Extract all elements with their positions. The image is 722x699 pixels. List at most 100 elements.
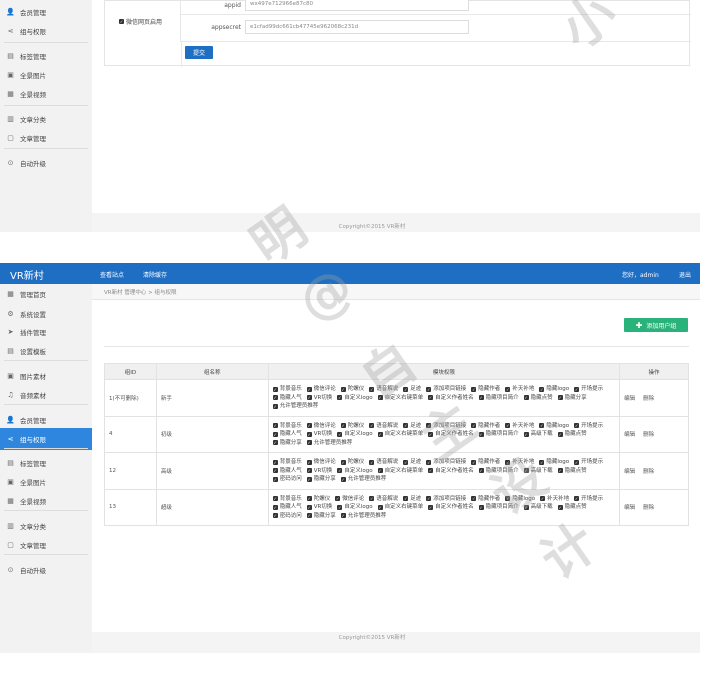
sidebar-item[interactable]: ⊙ 自动升级 <box>0 559 92 581</box>
permission-checkbox[interactable]: ✓ 自定义作者姓名 <box>428 467 474 476</box>
permission-checkbox[interactable]: ✓ 隐藏作者 <box>471 385 500 394</box>
permission-checkbox[interactable]: ✓ 语音解说 <box>369 422 398 431</box>
permission-checkbox[interactable]: ✓ 足迹 <box>403 385 421 394</box>
wechat-enable-checkbox[interactable]: ✓ 微信网页启用 <box>119 17 162 26</box>
permission-checkbox[interactable]: ✓ 隐藏人气 <box>272 430 302 439</box>
permission-checkbox[interactable]: ✓ 开场提示 <box>574 422 603 431</box>
permission-checkbox[interactable]: ✓ 自定义logo <box>337 503 373 512</box>
permission-checkbox[interactable]: ✓ 背景音乐 <box>272 458 302 467</box>
permission-checkbox[interactable]: ✓ 微信评论 <box>306 385 336 394</box>
permission-checkbox[interactable]: ✓ 隐藏logo <box>505 495 535 504</box>
permission-checkbox[interactable]: ✓ 隐藏点赞 <box>523 394 553 403</box>
sidebar-item[interactable]: ▢ 文章管理 <box>0 534 92 556</box>
permission-checkbox[interactable]: ✓ 语音解说 <box>369 458 398 467</box>
permission-checkbox[interactable]: ✓ 隐藏人气 <box>272 503 302 512</box>
sidebar-item[interactable]: ⋖ 组与权限 <box>0 20 92 42</box>
permission-checkbox[interactable]: ✓ VR切换 <box>306 430 332 439</box>
permission-checkbox[interactable]: ✓ 自定义右键菜单 <box>377 430 423 439</box>
permission-checkbox[interactable]: ✓ 足迹 <box>403 422 421 431</box>
permission-checkbox[interactable]: ✓ 隐藏点赞 <box>557 430 587 439</box>
logout-link[interactable]: 退出 <box>679 270 691 279</box>
appsecret-input[interactable]: e1cfad99dc661cb47745e962068c231d <box>245 20 469 34</box>
permission-checkbox[interactable]: ✓ 隐藏人气 <box>272 394 302 403</box>
permission-checkbox[interactable]: ✓ VR切换 <box>306 503 332 512</box>
edit-link[interactable]: 编辑 <box>624 505 635 511</box>
permission-checkbox[interactable]: ✓ 高级下载 <box>523 430 553 439</box>
permission-checkbox[interactable]: ✓ 自定义logo <box>337 467 373 476</box>
permission-checkbox[interactable]: ✓ 背景音乐 <box>272 385 302 394</box>
permission-checkbox[interactable]: ✓ 隐藏项目简介 <box>478 394 519 403</box>
permission-checkbox[interactable]: ✓ 添加项目链接 <box>426 458 466 467</box>
permission-checkbox[interactable]: ✓ 隐藏分享 <box>306 475 336 484</box>
sidebar-item[interactable]: ⊙ 自动升级 <box>0 152 92 174</box>
permission-checkbox[interactable]: ✓ 开场提示 <box>574 458 603 467</box>
permission-checkbox[interactable]: ✓ VR切换 <box>306 394 332 403</box>
permission-checkbox[interactable]: ✓ 高级下载 <box>523 503 553 512</box>
permission-checkbox[interactable]: ✓ 背景音乐 <box>272 422 302 431</box>
permission-checkbox[interactable]: ✓ VR切换 <box>306 467 332 476</box>
delete-link[interactable]: 删除 <box>643 432 654 438</box>
permission-checkbox[interactable]: ✓ 隐藏项目简介 <box>478 503 519 512</box>
permission-checkbox[interactable]: ✓ 自定义右键菜单 <box>377 503 423 512</box>
permission-checkbox[interactable]: ✓ 隐藏项目简介 <box>478 430 519 439</box>
edit-link[interactable]: 编辑 <box>624 469 635 475</box>
permission-checkbox[interactable]: ✓ 允许管理员推荐 <box>340 512 386 521</box>
permission-checkbox[interactable]: ✓ 添加项目链接 <box>426 385 466 394</box>
sidebar-item[interactable]: ▦ 管理首页 <box>0 283 92 305</box>
permission-checkbox[interactable]: ✓ 语音解说 <box>369 385 398 394</box>
permission-checkbox[interactable]: ✓ 自定义右键菜单 <box>377 467 423 476</box>
permission-checkbox[interactable]: ✓ 陀螺仪 <box>340 422 364 431</box>
sidebar-item[interactable]: ▤ 设置模板 <box>0 340 92 362</box>
permission-checkbox[interactable]: ✓ 隐藏分享 <box>272 439 302 448</box>
permission-checkbox[interactable]: ✓ 补天补地 <box>540 495 569 504</box>
permission-checkbox[interactable]: ✓ 隐藏logo <box>539 422 569 431</box>
appid-input[interactable]: wx497e712966e87c80 <box>245 0 469 11</box>
view-site-link[interactable]: 查看站点 <box>100 270 124 279</box>
sidebar-item[interactable]: ▦ 全景视频 <box>0 490 92 512</box>
delete-link[interactable]: 删除 <box>643 469 654 475</box>
permission-checkbox[interactable]: ✓ 开场提示 <box>574 385 603 394</box>
permission-checkbox[interactable]: ✓ 密码访问 <box>272 475 302 484</box>
permission-checkbox[interactable]: ✓ 微信评论 <box>306 458 336 467</box>
edit-link[interactable]: 编辑 <box>624 432 635 438</box>
permission-checkbox[interactable]: ✓ 陀螺仪 <box>340 385 364 394</box>
permission-checkbox[interactable]: ✓ 隐藏项目简介 <box>478 467 519 476</box>
permission-checkbox[interactable]: ✓ 允许管理员推荐 <box>306 439 352 448</box>
permission-checkbox[interactable]: ✓ 隐藏作者 <box>471 495 500 504</box>
permission-checkbox[interactable]: ✓ 隐藏点赞 <box>557 503 587 512</box>
permission-checkbox[interactable]: ✓ 足迹 <box>403 495 421 504</box>
sidebar-item[interactable]: ⋖ 组与权限 <box>0 428 92 450</box>
permission-checkbox[interactable]: ✓ 自定义logo <box>337 430 373 439</box>
permission-checkbox[interactable]: ✓ 添加项目链接 <box>426 495 466 504</box>
permission-checkbox[interactable]: ✓ 足迹 <box>403 458 421 467</box>
permission-checkbox[interactable]: ✓ 补天补地 <box>505 422 534 431</box>
permission-checkbox[interactable]: ✓ 自定义logo <box>337 394 373 403</box>
permission-checkbox[interactable]: ✓ 背景音乐 <box>272 495 302 504</box>
permission-checkbox[interactable]: ✓ 高级下载 <box>523 467 553 476</box>
permission-checkbox[interactable]: ✓ 自定义作者姓名 <box>428 430 474 439</box>
submit-button[interactable]: 提交 <box>185 46 213 59</box>
add-group-button[interactable]: ✚ 添加用户组 <box>624 318 688 332</box>
permission-checkbox[interactable]: ✓ 补天补地 <box>505 385 534 394</box>
permission-checkbox[interactable]: ✓ 允许管理员推荐 <box>272 402 318 411</box>
permission-checkbox[interactable]: ✓ 陀螺仪 <box>306 495 330 504</box>
permission-checkbox[interactable]: ✓ 自定义作者姓名 <box>428 394 474 403</box>
permission-checkbox[interactable]: ✓ 微信评论 <box>306 422 336 431</box>
permission-checkbox[interactable]: ✓ 陀螺仪 <box>340 458 364 467</box>
permission-checkbox[interactable]: ✓ 隐藏logo <box>539 458 569 467</box>
permission-checkbox[interactable]: ✓ 隐藏人气 <box>272 467 302 476</box>
sidebar-item[interactable]: ▦ 全景视频 <box>0 83 92 105</box>
permission-checkbox[interactable]: ✓ 隐藏分享 <box>306 512 336 521</box>
permission-checkbox[interactable]: ✓ 隐藏分享 <box>557 394 587 403</box>
delete-link[interactable]: 删除 <box>643 396 654 402</box>
sidebar-item[interactable]: ▢ 文章管理 <box>0 127 92 149</box>
permission-checkbox[interactable]: ✓ 隐藏作者 <box>471 422 500 431</box>
permission-checkbox[interactable]: ✓ 微信评论 <box>335 495 364 504</box>
permission-checkbox[interactable]: ✓ 隐藏logo <box>539 385 569 394</box>
clear-cache-link[interactable]: 清除缓存 <box>143 270 167 279</box>
permission-checkbox[interactable]: ✓ 隐藏作者 <box>471 458 500 467</box>
permission-checkbox[interactable]: ✓ 补天补地 <box>505 458 534 467</box>
permission-checkbox[interactable]: ✓ 语音解说 <box>369 495 398 504</box>
permission-checkbox[interactable]: ✓ 开场提示 <box>574 495 603 504</box>
permission-checkbox[interactable]: ✓ 自定义右键菜单 <box>377 394 423 403</box>
